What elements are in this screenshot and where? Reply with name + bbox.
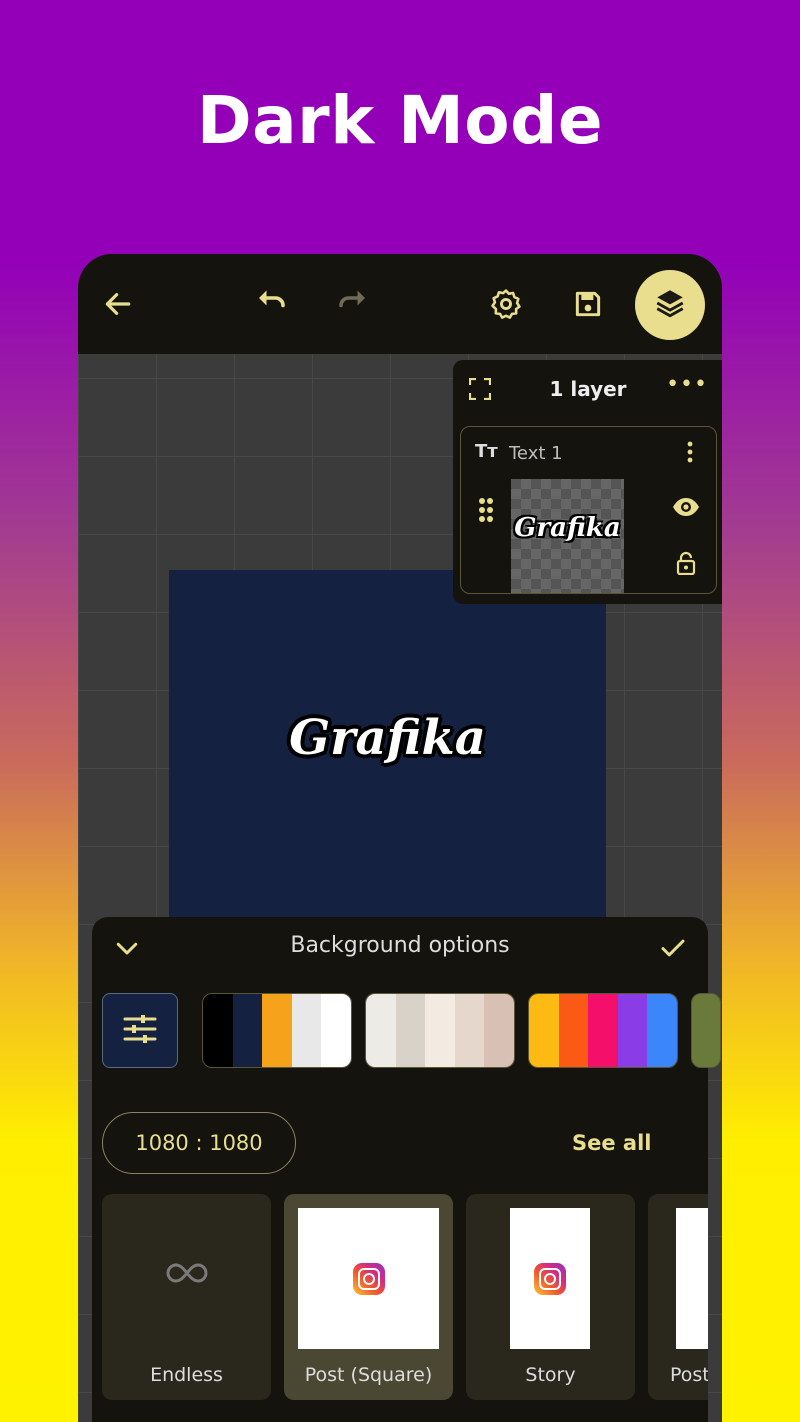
toolbar: [78, 254, 722, 354]
palette-swatch: [291, 994, 322, 1067]
expand-icon[interactable]: [468, 377, 492, 401]
palette-swatch: [588, 994, 618, 1067]
save-icon[interactable]: [568, 284, 608, 324]
layers-count: 1 layer: [549, 377, 627, 401]
layer-thumbnail-text: Grafika: [514, 513, 621, 543]
palette-swatch: [262, 994, 292, 1067]
layers-button[interactable]: [635, 270, 705, 340]
palette-swatch: [203, 994, 233, 1067]
custom-color-button[interactable]: [102, 993, 178, 1068]
palette-swatch: [558, 994, 589, 1067]
palette-swatch: [617, 994, 648, 1067]
instagram-icon: [534, 1263, 566, 1295]
app-screen: Grafika 1 layer ••• Tт Text 1 Grafika Ba…: [78, 254, 722, 1422]
preset-story[interactable]: Story: [466, 1194, 635, 1400]
palette-swatch: [321, 994, 351, 1067]
color-palette-4[interactable]: [691, 993, 721, 1068]
preset-frame: [298, 1208, 439, 1349]
layers-panel: 1 layer ••• Tт Text 1 Grafika: [453, 360, 722, 604]
palette-swatch: [454, 994, 485, 1067]
palette-swatch: [484, 994, 514, 1067]
layer-thumbnail: Grafika: [511, 479, 624, 593]
preset-frame: [676, 1208, 708, 1349]
layers-icon: [653, 286, 687, 324]
redo-icon[interactable]: [333, 284, 373, 324]
layer-item[interactable]: Tт Text 1 Grafika: [460, 426, 717, 594]
tune-sliders-icon: [123, 1014, 157, 1048]
infinity-icon: [166, 1262, 208, 1288]
preset-label: Post: [670, 1364, 708, 1386]
color-palette-3[interactable]: [528, 993, 678, 1068]
preset-label: Post (Square): [304, 1364, 433, 1386]
see-all-link[interactable]: See all: [572, 1131, 652, 1155]
palette-swatch: [395, 994, 426, 1067]
back-arrow-icon[interactable]: [98, 284, 138, 324]
settings-icon[interactable]: [486, 284, 526, 324]
layer-name: Text 1: [509, 443, 563, 464]
confirm-check-icon[interactable]: [658, 933, 688, 967]
undo-icon[interactable]: [251, 284, 291, 324]
visibility-eye-icon[interactable]: [672, 497, 700, 521]
headline: Dark Mode: [196, 82, 604, 159]
layers-panel-header: 1 layer •••: [453, 360, 722, 418]
preset-frame: [510, 1208, 590, 1349]
preset-label: Endless: [150, 1364, 223, 1386]
instagram-icon: [353, 1263, 385, 1295]
more-options-icon[interactable]: •••: [666, 372, 708, 397]
drag-handle-icon[interactable]: [478, 497, 494, 523]
palette-swatch: [529, 994, 559, 1067]
preset-endless[interactable]: Endless: [102, 1194, 271, 1400]
sheet-title: Background options: [290, 933, 510, 958]
background-options-sheet: Background options 1080 : 1080 See all E…: [92, 917, 721, 1422]
palette-swatch: [647, 994, 677, 1067]
text-type-icon: Tт: [475, 441, 498, 462]
layer-menu-icon[interactable]: [686, 441, 694, 463]
preset-post-square[interactable]: Post (Square): [284, 1194, 453, 1400]
preset-label: Story: [525, 1364, 576, 1386]
artboard-text[interactable]: Grafika: [169, 710, 606, 766]
preset-post[interactable]: Post: [648, 1194, 708, 1400]
palette-swatch: [232, 994, 263, 1067]
aspect-ratio-button[interactable]: 1080 : 1080: [102, 1112, 296, 1174]
color-palette-2[interactable]: [365, 993, 515, 1068]
color-palette-1[interactable]: [202, 993, 352, 1068]
palette-swatch: [366, 994, 396, 1067]
lock-icon[interactable]: [676, 551, 696, 579]
palette-swatch: [425, 994, 455, 1067]
